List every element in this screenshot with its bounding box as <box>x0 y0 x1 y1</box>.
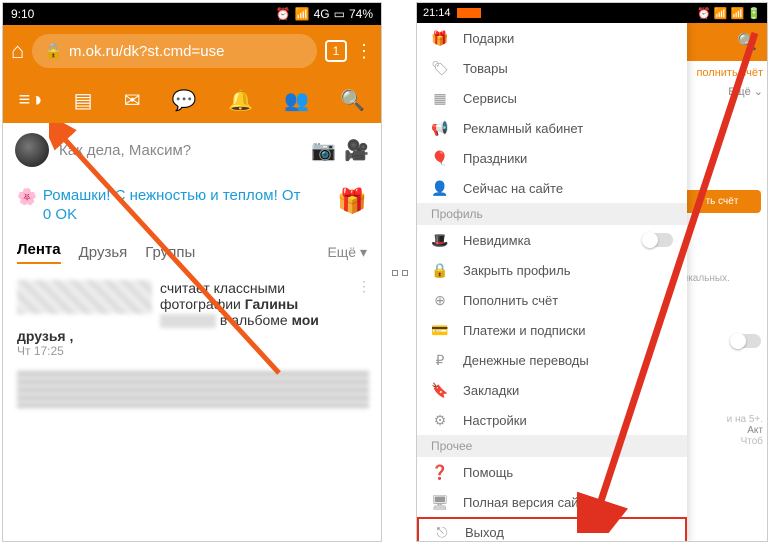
menu-desktop[interactable]: 🖥Полная версия сайта <box>417 487 687 517</box>
tabs-button[interactable]: 1 <box>325 40 347 62</box>
bg-orange-button[interactable]: ть счёт <box>683 190 761 213</box>
flower-icon: 🌸 <box>17 187 37 207</box>
blurred-content <box>17 280 152 314</box>
wallet-icon: 💳 <box>431 322 449 339</box>
bg-text: Чтоб <box>677 436 767 447</box>
bg-more[interactable]: Ещё ⌄ <box>681 85 763 98</box>
left-screenshot: 9:10 ⏰ 📶 4G ▭ 74% ⌂ 🔒 m.ok.ru/dk?st.cmd=… <box>2 2 382 542</box>
tab-feed[interactable]: Лента <box>17 241 61 264</box>
tabs-more[interactable]: Ещё ▾ <box>327 244 367 261</box>
status-compose: Как дела, Максим? 📷 🎥 <box>3 123 381 177</box>
bg-toggle[interactable] <box>731 334 761 348</box>
home-icon[interactable]: ⌂ <box>11 38 24 64</box>
feed-icon[interactable]: ▤ <box>74 88 93 113</box>
exit-icon: ⎋ <box>433 524 451 541</box>
network-label: 4G <box>314 7 330 21</box>
menu-ads[interactable]: 📢Рекламный кабинет <box>417 113 687 143</box>
bg-text: Акт <box>677 425 767 436</box>
megaphone-icon: 📢 <box>431 120 449 137</box>
signal-icon: 📶 <box>295 7 310 21</box>
tab-friends[interactable]: Друзья <box>79 244 128 261</box>
menu-transfers[interactable]: ₽Денежные переводы <box>417 345 687 375</box>
hat-icon: 🎩 <box>431 232 449 249</box>
invisible-toggle[interactable] <box>643 233 673 247</box>
browser-menu-icon[interactable]: ⋮ <box>355 41 373 62</box>
feed-image-blur <box>17 370 369 408</box>
blurred-content <box>160 314 216 328</box>
gift-icon[interactable]: 🎁 <box>337 187 367 216</box>
selection-handle <box>402 270 408 276</box>
messages-icon[interactable]: ✉ <box>124 88 141 113</box>
notifications-icon[interactable]: 🔔 <box>228 88 253 113</box>
feed-item-menu-icon[interactable]: ⋮ <box>357 278 371 295</box>
help-icon: ❓ <box>431 464 449 481</box>
url-text: m.ok.ru/dk?st.cmd=use <box>69 43 224 60</box>
lock-icon: 🔒 <box>44 42 63 60</box>
user-icon: 👤 <box>431 180 449 197</box>
promo-banner[interactable]: 🌸 Ромашки! С нежностью и теплом! От 0 OK… <box>3 177 381 233</box>
menu-goods[interactable]: 🏷Товары <box>417 53 687 83</box>
feed-text: считает классными <box>160 280 285 296</box>
search-icon[interactable]: 🔍 <box>737 32 757 52</box>
menu-exit[interactable]: ⎋Выход <box>417 517 687 542</box>
menu-invisible[interactable]: 🎩Невидимка <box>417 225 687 255</box>
feed-tabs: Лента Друзья Группы Ещё ▾ <box>3 233 381 272</box>
gear-icon: ⚙ <box>431 412 449 429</box>
tag-icon: 🏷 <box>431 60 449 77</box>
status-icons: ⏰ 📶 📶 🔋 <box>697 7 761 20</box>
right-screenshot: 21:14 ⏰ 📶 📶 🔋 🔍 полнить счёт Ещё ⌄ ть сч… <box>416 2 768 542</box>
section-other: Прочее <box>417 435 687 457</box>
promo-text: Ромашки! С нежностью и теплом! От <box>43 187 301 204</box>
battery-label: 74% <box>349 7 373 21</box>
menu-close-profile[interactable]: 🔒Закрыть профиль <box>417 255 687 285</box>
balloon-icon: 🎈 <box>431 150 449 167</box>
gift-icon: 🎁 <box>431 30 449 47</box>
url-bar[interactable]: 🔒 m.ok.ru/dk?st.cmd=use <box>32 34 317 68</box>
background-content: 🔍 полнить счёт Ещё ⌄ ть счёт ыкальных. и… <box>677 23 767 542</box>
menu-online[interactable]: 👤Сейчас на сайте <box>417 173 687 203</box>
menu-holidays[interactable]: 🎈Праздники <box>417 143 687 173</box>
promo-price: 0 OK <box>43 206 331 223</box>
bookmark-icon: 🔖 <box>431 382 449 399</box>
android-status-bar: 21:14 ⏰ 📶 📶 🔋 <box>417 3 767 23</box>
section-profile: Профиль <box>417 203 687 225</box>
status-time: 21:14 <box>423 7 451 19</box>
alarm-icon: ⏰ <box>276 7 291 21</box>
ok-top-nav: ≡◑ ▤ ✉ 💬 🔔 👥 🔍 <box>3 77 381 123</box>
feed-item[interactable]: ⋮ считает классными фотографии Галины в … <box>3 272 381 366</box>
bg-topup-link[interactable]: полнить счёт <box>681 67 763 79</box>
camera-icon[interactable]: 📷 <box>311 138 336 163</box>
discussions-icon[interactable]: 💬 <box>172 88 197 113</box>
side-menu-drawer: 🎁Подарки 🏷Товары ▦Сервисы 📢Рекламный каб… <box>417 23 687 542</box>
lock-icon: 🔒 <box>431 262 449 279</box>
video-icon[interactable]: 🎥 <box>344 138 369 163</box>
browser-toolbar: ⌂ 🔒 m.ok.ru/dk?st.cmd=use 1 ⋮ <box>3 25 381 77</box>
menu-topup[interactable]: ⊕Пополнить счёт <box>417 285 687 315</box>
menu-bookmarks[interactable]: 🔖Закладки <box>417 375 687 405</box>
coin-icon: ⊕ <box>431 292 449 309</box>
menu-services[interactable]: ▦Сервисы <box>417 83 687 113</box>
android-status-bar: 9:10 ⏰ 📶 4G ▭ 74% <box>3 3 381 25</box>
monitor-icon: 🖥 <box>431 494 449 511</box>
status-input[interactable]: Как дела, Максим? <box>59 142 301 159</box>
friends-icon[interactable]: 👥 <box>284 88 309 113</box>
bg-text: ыкальных. <box>677 269 767 288</box>
search-icon[interactable]: 🔍 <box>340 88 365 113</box>
status-app-indicator <box>457 8 481 18</box>
ruble-icon: ₽ <box>431 352 449 369</box>
status-indicators: ⏰ 📶 4G ▭ 74% <box>276 7 373 21</box>
menu-icon[interactable]: ≡◑ <box>19 89 43 112</box>
menu-gifts[interactable]: 🎁Подарки <box>417 23 687 53</box>
tab-groups[interactable]: Группы <box>145 244 195 261</box>
selection-handle <box>392 270 398 276</box>
menu-help[interactable]: ❓Помощь <box>417 457 687 487</box>
battery-icon: ▭ <box>334 7 345 21</box>
status-time: 9:10 <box>11 7 34 21</box>
avatar[interactable] <box>15 133 49 167</box>
grid-icon: ▦ <box>431 90 449 107</box>
menu-payments[interactable]: 💳Платежи и подписки <box>417 315 687 345</box>
menu-settings[interactable]: ⚙Настройки <box>417 405 687 435</box>
bg-text: и на 5+. <box>677 414 767 425</box>
feed-time: Чт 17:25 <box>17 344 367 358</box>
